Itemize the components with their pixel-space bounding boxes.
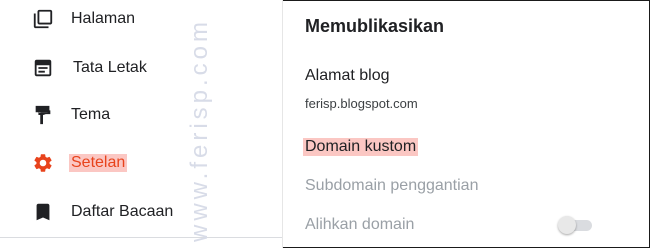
bookmark-icon bbox=[31, 200, 55, 224]
redirect-domain-toggle[interactable] bbox=[558, 216, 596, 234]
gear-icon bbox=[31, 151, 55, 175]
sidebar: Halaman Tata Letak Tema Setelan Daftar B… bbox=[0, 0, 282, 248]
sidebar-item-label: Tata Letak bbox=[73, 59, 147, 76]
theme-roller-icon bbox=[31, 103, 55, 127]
custom-domain-link[interactable]: Domain kustom bbox=[303, 138, 419, 156]
sidebar-item-label: Halaman bbox=[71, 10, 136, 27]
watermark: www.ferisp.com bbox=[186, 17, 213, 243]
blog-address-label[interactable]: Alamat blog bbox=[305, 67, 390, 85]
toggle-thumb bbox=[558, 216, 576, 234]
pages-icon bbox=[31, 7, 55, 31]
layout-icon bbox=[31, 56, 55, 80]
redirect-domain-label: Alihkan domain bbox=[305, 216, 415, 233]
blog-address-value: ferisp.blogspot.com bbox=[305, 96, 418, 111]
sidebar-divider bbox=[0, 237, 282, 238]
sidebar-item-label: Daftar Bacaan bbox=[71, 203, 174, 220]
section-title: Memublikasikan bbox=[305, 16, 445, 36]
sidebar-item-label: Setelan bbox=[69, 154, 128, 172]
settings-panel: Memublikasikan Alamat blog ferisp.blogsp… bbox=[283, 0, 648, 248]
sidebar-item-label: Tema bbox=[71, 106, 111, 123]
fallback-subdomain-label: Subdomain penggantian bbox=[305, 177, 479, 194]
